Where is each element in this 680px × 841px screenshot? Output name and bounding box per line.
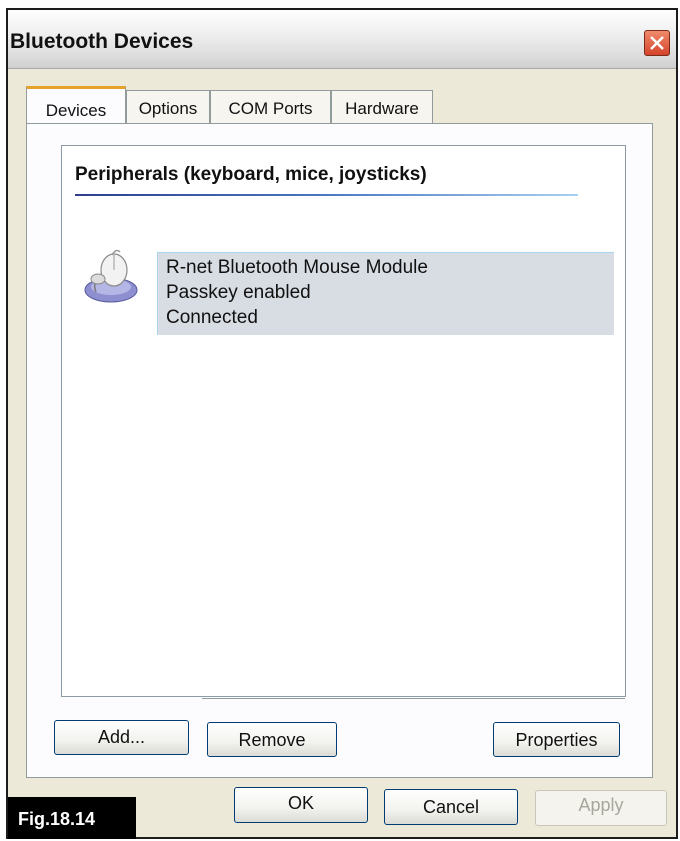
group-heading: Peripherals (keyboard, mice, joysticks) — [75, 164, 427, 185]
devices-tab-panel: Peripherals (keyboard, mice, joysticks) … — [26, 123, 653, 778]
properties-button[interactable]: Properties — [493, 722, 620, 757]
bluetooth-mouse-icon[interactable] — [82, 246, 140, 306]
title-bar[interactable]: Bluetooth Devices — [8, 10, 676, 69]
remove-button[interactable]: Remove — [207, 722, 337, 757]
figure-label: Fig.18.14 — [8, 797, 136, 839]
device-name: R-net Bluetooth Mouse Module — [166, 257, 428, 278]
group-heading-underline — [75, 194, 578, 196]
tab-com-ports[interactable]: COM Ports — [210, 90, 331, 123]
close-icon — [650, 36, 664, 50]
device-status: Connected — [166, 307, 258, 328]
device-list[interactable]: Peripherals (keyboard, mice, joysticks) … — [61, 145, 626, 697]
ok-button[interactable]: OK — [234, 787, 368, 823]
device-passkey: Passkey enabled — [166, 282, 311, 303]
cancel-button[interactable]: Cancel — [384, 789, 518, 825]
panel-bottom-separator — [202, 698, 625, 699]
apply-button[interactable]: Apply — [535, 790, 667, 826]
tab-options[interactable]: Options — [126, 90, 210, 123]
selected-device-entry[interactable]: R-net Bluetooth Mouse Module Passkey ena… — [157, 252, 614, 335]
close-button[interactable] — [644, 30, 670, 56]
add-button[interactable]: Add... — [54, 720, 189, 755]
bluetooth-devices-window: Bluetooth Devices Devices Options COM Po… — [6, 8, 678, 839]
window-title: Bluetooth Devices — [10, 30, 194, 53]
tab-devices[interactable]: Devices — [26, 86, 126, 124]
tab-hardware[interactable]: Hardware — [331, 90, 433, 123]
